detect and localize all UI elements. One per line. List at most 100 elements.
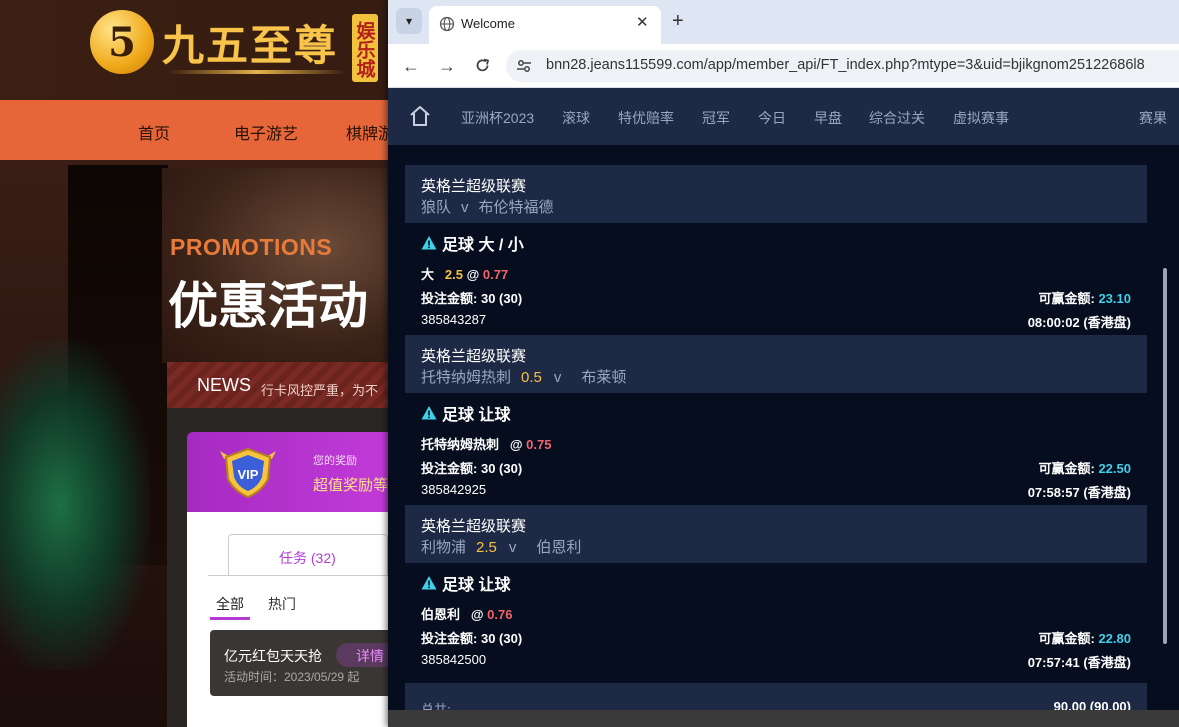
reload-icon[interactable]: [474, 57, 491, 74]
win-value: 22.50: [1098, 461, 1131, 476]
match-teams: 托特纳姆热刺 0.5 v 布莱顿: [421, 366, 626, 387]
odds-at: @: [466, 267, 480, 282]
stake-label: 投注金额: [421, 461, 474, 476]
bet-slip-list: 英格兰超级联赛 狼队 v 布伦特福德 足球 大 / 小 大 2.5 @ 0.77 投…: [388, 145, 1166, 710]
site-nav-slots[interactable]: 电子游艺: [234, 120, 298, 144]
home-team: 狼队: [421, 199, 452, 216]
sportsbook-nav: 亚洲杯2023 滚球 特优赔率 冠军 今日 早盘 综合过关 虚拟赛事 赛果: [388, 88, 1179, 145]
browser-window: ▾ Welcome ✕ + ← → bnn28.jeans115599.com/…: [388, 0, 1179, 727]
stake-label: 投注金额: [421, 631, 474, 646]
selection-name: 伯恩利: [421, 607, 461, 622]
bet-type-label: 足球 让球: [442, 407, 511, 424]
promo-detail-button[interactable]: 详情: [336, 643, 392, 667]
bet-selection: 托特纳姆热刺 @ 0.75: [421, 434, 551, 453]
back-arrow-icon[interactable]: ←: [402, 56, 420, 76]
bet-selection: 大 2.5 @ 0.77: [421, 264, 508, 283]
nav-results[interactable]: 赛果: [1139, 108, 1167, 128]
tab-close-icon[interactable]: ✕: [636, 13, 649, 31]
win-value: 22.80: [1098, 631, 1131, 646]
tab-title: Welcome: [461, 16, 515, 31]
odds-value: 0.76: [487, 607, 513, 622]
nav-best-odds[interactable]: 特优赔率: [618, 108, 674, 128]
potential-win: 可赢金额: 22.80: [1038, 631, 1131, 646]
bet-details: 足球 让球 托特纳姆热刺 @ 0.75 投注金额: 30 (30) 可赢金额: …: [405, 393, 1147, 503]
league-name: 英格兰超级联赛: [421, 348, 527, 365]
site-logo[interactable]: 5 九五至尊: [90, 10, 338, 74]
odds-at: @: [509, 437, 523, 452]
bet-time: 07:57:41 (香港盘): [1027, 655, 1131, 670]
stake-amount: 投注金额: 30 (30): [421, 631, 523, 646]
nav-outright[interactable]: 冠军: [702, 108, 730, 128]
versus-label: v: [553, 369, 562, 386]
subtab-all[interactable]: 全部: [216, 594, 244, 614]
forward-arrow-icon[interactable]: →: [438, 56, 456, 76]
selection-line: 2.5: [444, 267, 463, 282]
potential-win: 可赢金额: 23.10: [1038, 291, 1131, 306]
promotions-heading-cn: 优惠活动: [168, 277, 368, 335]
globe-icon: [439, 16, 455, 32]
potential-win: 可赢金额: 22.50: [1038, 461, 1131, 476]
nav-virtual[interactable]: 虚拟赛事: [953, 108, 1009, 128]
new-tab-plus-icon[interactable]: +: [672, 10, 684, 32]
bet-type: 足球 让球: [421, 571, 510, 595]
subtab-hot[interactable]: 热门: [268, 594, 296, 614]
bet-type-label: 足球 大 / 小: [442, 237, 524, 254]
site-nav-home[interactable]: 首页: [138, 120, 170, 144]
nav-asian-cup[interactable]: 亚洲杯2023: [461, 108, 534, 128]
bet-time: 08:00:02 (香港盘): [1027, 315, 1131, 330]
stake-value: 30 (30): [480, 461, 523, 476]
stake-value: 30 (30): [480, 291, 523, 306]
match-teams: 狼队 v 布伦特福德: [421, 196, 554, 217]
tab-tasks-label: 任务 (32): [279, 550, 336, 566]
site-info-tune-icon[interactable]: [516, 58, 532, 74]
vip-badge-text: VIP: [238, 467, 259, 482]
win-label: 可赢金额: [1038, 291, 1091, 306]
scrollbar-thumb[interactable]: [1163, 268, 1167, 644]
home-icon[interactable]: [408, 104, 432, 128]
home-team: 托特纳姆热刺: [421, 369, 512, 386]
promotions-heading-en: PROMOTIONS: [170, 234, 333, 260]
league-name: 英格兰超级联赛: [421, 178, 527, 195]
league-header: 英格兰超级联赛 狼队 v 布伦特福德: [405, 165, 1147, 223]
match-teams: 利物浦 2.5 v 伯恩利: [421, 536, 581, 557]
tab-welcome[interactable]: Welcome ✕: [429, 6, 661, 44]
league-header: 英格兰超级联赛 托特纳姆热刺 0.5 v 布莱顿: [405, 335, 1147, 393]
selection-name: 托特纳姆热刺: [421, 437, 500, 452]
news-ticker[interactable]: 行卡风控严重，为不: [261, 380, 389, 399]
vip-shield-icon: VIP: [220, 447, 276, 499]
tab-bar: ▾ Welcome ✕ +: [388, 0, 1179, 44]
url-field[interactable]: bnn28.jeans115599.com/app/member_api/FT_…: [506, 50, 1179, 82]
nav-parlay[interactable]: 综合过关: [869, 108, 925, 128]
versus-label: v: [508, 539, 517, 556]
bet-type: 足球 大 / 小: [421, 231, 524, 255]
away-team: 伯恩利: [536, 539, 582, 556]
scrollbar-track[interactable]: [1166, 145, 1179, 710]
selection-name: 大: [421, 267, 435, 282]
away-team: 布莱顿: [581, 369, 627, 386]
vip-reward-label: 您的奖励: [313, 455, 357, 467]
odds-value: 0.77: [482, 267, 509, 282]
stake-value: 30 (30): [480, 631, 523, 646]
bet-time: 07:58:57 (香港盘): [1027, 485, 1131, 500]
nav-today[interactable]: 今日: [758, 108, 786, 128]
warning-icon: [421, 576, 437, 590]
promo-item-title: 亿元红包天天抢: [224, 648, 322, 664]
site-nav-cards[interactable]: 棋牌游: [346, 120, 394, 144]
nav-live[interactable]: 滚球: [562, 108, 590, 128]
handicap-value: 0.5: [521, 369, 542, 386]
league-header: 英格兰超级联赛 利物浦 2.5 v 伯恩利: [405, 505, 1147, 563]
browser-bottom-edge: [388, 710, 1179, 727]
stake-label: 投注金额: [421, 291, 474, 306]
total-value: 90.00 (90.00): [1053, 699, 1131, 710]
subtab-active-indicator: [210, 617, 250, 620]
odds-at: @: [470, 607, 484, 622]
win-label: 可赢金额: [1038, 461, 1091, 476]
bet-details: 足球 大 / 小 大 2.5 @ 0.77 投注金额: 30 (30) 可赢金额…: [405, 223, 1147, 333]
logo-badge: 娱乐城: [352, 14, 378, 82]
home-team: 利物浦: [421, 539, 467, 556]
bet-selection: 伯恩利 @ 0.76: [421, 604, 512, 623]
tab-list-chevron-icon[interactable]: ▾: [396, 8, 422, 34]
league-name: 英格兰超级联赛: [421, 518, 527, 535]
nav-early[interactable]: 早盘: [814, 108, 842, 128]
logo-mark: 5: [90, 10, 154, 74]
